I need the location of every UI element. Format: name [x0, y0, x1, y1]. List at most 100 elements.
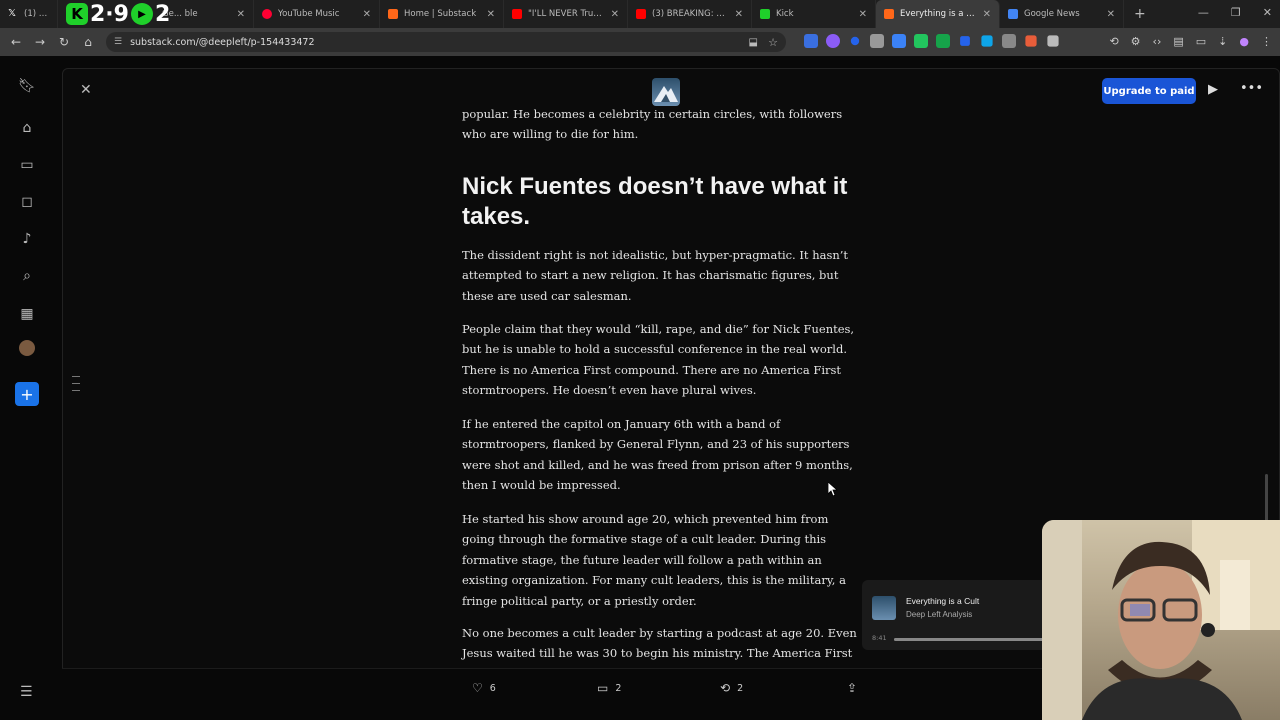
- inbox-icon[interactable]: ▭: [15, 153, 39, 177]
- back-icon[interactable]: ←: [4, 35, 28, 49]
- close-icon[interactable]: ✕: [363, 9, 371, 20]
- tab-title: Everything is a Cult -: [900, 9, 977, 19]
- extension-icon[interactable]: [1025, 35, 1037, 47]
- google-news-icon: [1008, 9, 1018, 19]
- extension-icon[interactable]: [826, 34, 840, 48]
- restack-icon: ⟲: [720, 681, 731, 695]
- kick-icon: [760, 9, 770, 19]
- chat-icon[interactable]: ◻: [15, 190, 39, 214]
- extension-icon[interactable]: [960, 36, 970, 46]
- url-text: substack.com/@deepleft/p-154433472: [130, 36, 315, 48]
- sidepanel-icon[interactable]: ▤: [1173, 35, 1183, 48]
- close-icon[interactable]: ✕: [237, 9, 245, 20]
- extension-icon[interactable]: [936, 34, 950, 48]
- article-paragraph: popular. He becomes a celebrity in certa…: [462, 107, 843, 142]
- table-of-contents-toggle[interactable]: [72, 376, 80, 397]
- search-icon[interactable]: ⌕: [15, 264, 39, 288]
- extension-icon[interactable]: [850, 36, 860, 46]
- profile-icon[interactable]: ●: [1239, 35, 1249, 48]
- devtools-icon[interactable]: ‹›: [1153, 35, 1162, 48]
- restack-count: 2: [737, 682, 744, 694]
- new-tab-button[interactable]: +: [1134, 6, 1146, 22]
- window-controls: — ❐ ✕: [1198, 6, 1272, 19]
- tab-kick[interactable]: Kick ✕: [752, 0, 876, 28]
- substack-icon: [388, 9, 398, 19]
- extension-icon[interactable]: [981, 35, 993, 47]
- close-reader-icon[interactable]: ✕: [80, 82, 92, 98]
- webcam-overlay: [1042, 520, 1280, 720]
- home-icon[interactable]: ⌂: [76, 35, 100, 49]
- person-image: [1042, 520, 1280, 720]
- close-icon[interactable]: ✕: [983, 9, 991, 20]
- article-paragraph: The dissident right is not idealistic, b…: [462, 248, 849, 303]
- upgrade-button[interactable]: Upgrade to paid: [1102, 78, 1196, 104]
- bookmark-icon[interactable]: 🔖︎: [15, 74, 39, 98]
- comment-button[interactable]: ▭ 2: [597, 681, 621, 695]
- create-post-button[interactable]: +: [15, 382, 39, 406]
- reload-icon[interactable]: ↻: [52, 35, 76, 49]
- extension-icon[interactable]: [804, 34, 818, 48]
- player-progress[interactable]: [894, 638, 1054, 641]
- close-icon[interactable]: ✕: [859, 9, 867, 20]
- notification-bell-icon[interactable]: ♪: [15, 227, 39, 251]
- kick-logo-icon: K: [66, 3, 88, 25]
- play-icon[interactable]: ▶: [1208, 82, 1218, 97]
- toolbar-right: ⟲ ⚙ ‹› ▤ ▭ ⇣ ● ⋮: [1109, 35, 1272, 48]
- tabs-icon[interactable]: ▭: [1196, 35, 1206, 48]
- site-info-icon[interactable]: ☰: [114, 37, 122, 47]
- article-paragraph: If he entered the capitol on January 6th…: [462, 417, 853, 493]
- tab-everything-is-a-cult[interactable]: Everything is a Cult - ✕: [876, 0, 1000, 28]
- close-icon[interactable]: ✕: [1107, 9, 1115, 20]
- install-icon[interactable]: ⬓: [749, 37, 758, 48]
- minimize-icon[interactable]: —: [1198, 6, 1209, 19]
- close-icon[interactable]: ✕: [487, 9, 495, 20]
- restack-button[interactable]: ⟲ 2: [720, 681, 743, 695]
- history-icon[interactable]: ⟲: [1109, 35, 1118, 48]
- address-row: ← → ↻ ⌂ ☰ substack.com/@deepleft/p-15443…: [0, 28, 1280, 56]
- share-button[interactable]: ⇪: [847, 681, 857, 695]
- audio-mini-player[interactable]: Everything is a Cult Deep Left Analysis …: [862, 580, 1062, 650]
- more-options-icon[interactable]: •••: [1240, 81, 1263, 96]
- extension-icon[interactable]: [870, 34, 884, 48]
- close-icon[interactable]: ✕: [735, 9, 743, 20]
- x-icon: 𝕏: [8, 8, 17, 19]
- tab-x-home[interactable]: 𝕏 (1) Home: [0, 0, 58, 28]
- play-icon: ▶: [130, 3, 153, 25]
- address-bar[interactable]: ☰ substack.com/@deepleft/p-154433472 ⬓ ☆: [106, 32, 786, 52]
- maximize-icon[interactable]: ❐: [1231, 6, 1241, 19]
- dashboard-icon[interactable]: ▦: [15, 302, 39, 326]
- close-icon[interactable]: ✕: [611, 9, 619, 20]
- extension-icon[interactable]: [914, 34, 928, 48]
- article-paragraph: He started his show around age 20, which…: [462, 512, 846, 608]
- settings-icon[interactable]: ⚙: [1131, 35, 1141, 48]
- heart-icon: ♡: [472, 681, 483, 695]
- download-icon[interactable]: ⇣: [1218, 35, 1227, 48]
- tab-youtube-music[interactable]: YouTube Music ✕: [254, 0, 380, 28]
- youtube-icon: [512, 9, 522, 19]
- comment-count: 2: [615, 682, 622, 694]
- player-time: 8:41: [872, 634, 887, 642]
- publication-logo[interactable]: [652, 78, 680, 106]
- youtube-icon: [636, 9, 646, 19]
- close-window-icon[interactable]: ✕: [1263, 6, 1272, 19]
- tab-substack-home[interactable]: Home | Substack ✕: [380, 0, 504, 28]
- extensions: [804, 34, 1060, 48]
- player-progress-fill: [894, 638, 1046, 641]
- hamburger-menu-icon[interactable]: ☰: [20, 684, 33, 700]
- extension-icon[interactable]: [1002, 34, 1016, 48]
- puzzle-icon[interactable]: [1047, 35, 1059, 47]
- tab-title: Home | Substack: [404, 9, 477, 19]
- home-icon[interactable]: ⌂: [15, 116, 39, 140]
- forward-icon[interactable]: →: [28, 35, 52, 49]
- tab-youtube-trust[interactable]: "I'LL NEVER Trust Him" ✕: [504, 0, 628, 28]
- like-button[interactable]: ♡ 6: [472, 681, 496, 695]
- avatar[interactable]: [19, 340, 35, 356]
- tab-google-news[interactable]: Google News ✕: [1000, 0, 1124, 28]
- tab-youtube-breaking[interactable]: (3) BREAKING: MASSI ✕: [628, 0, 752, 28]
- bookmark-star-icon[interactable]: ☆: [768, 36, 778, 49]
- extension-icon[interactable]: [892, 34, 906, 48]
- substack-icon: [884, 9, 894, 19]
- scrollbar[interactable]: [1265, 474, 1268, 524]
- menu-icon[interactable]: ⋮: [1261, 35, 1272, 48]
- tab-title: (1) Home: [24, 9, 49, 19]
